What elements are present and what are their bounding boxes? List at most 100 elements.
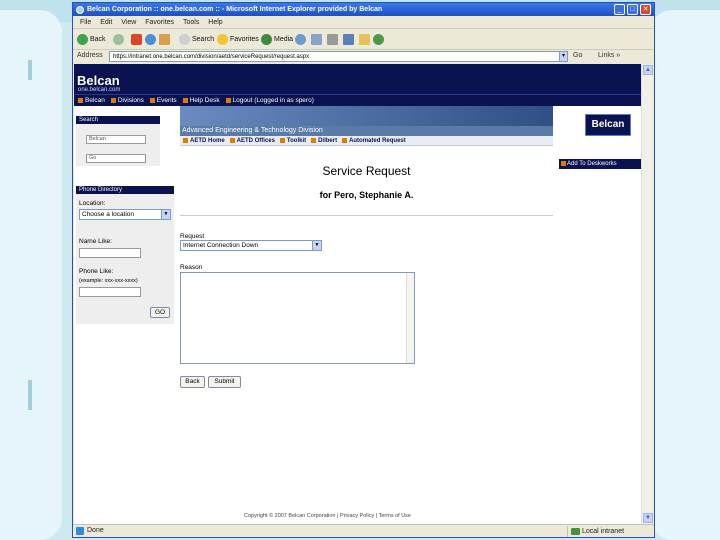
nav-bullet-icon	[225, 97, 231, 103]
address-input[interactable]: https://intranet.one.belcan.com/division…	[109, 51, 567, 62]
request-for-name: for Pero, Stephanie A.	[319, 190, 414, 200]
nav-belcan[interactable]: Belcan	[78, 95, 105, 106]
division-link-dilbert[interactable]: Dilbert	[311, 136, 337, 146]
messenger-button[interactable]	[373, 33, 386, 47]
menu-view[interactable]: View	[121, 17, 136, 29]
home-icon	[159, 33, 170, 45]
site-header: Belcan one.belcan.com	[74, 64, 641, 94]
back-button-label: Back	[90, 36, 106, 43]
page-title: Service Request	[322, 164, 411, 178]
discuss-button[interactable]	[359, 33, 372, 47]
request-select-value: Internet Connection Down	[183, 242, 259, 249]
site-logo[interactable]: Belcan	[77, 73, 120, 88]
request-select[interactable]: Internet Connection Down ▼	[180, 240, 322, 251]
search-panel: Search Belcan Go	[76, 116, 160, 166]
nav-events[interactable]: Events	[149, 95, 177, 106]
nav-help-desk[interactable]: Help Desk	[182, 95, 220, 106]
link-bullet-icon	[229, 137, 235, 143]
deskworks-bullet-icon	[561, 161, 566, 166]
back-form-button[interactable]: Back	[180, 376, 205, 388]
links-button[interactable]: Links »	[598, 52, 620, 59]
menu-file[interactable]: File	[80, 17, 91, 29]
go-button[interactable]: Go	[573, 52, 582, 59]
media-button[interactable]: Media	[261, 33, 293, 47]
mail-button[interactable]	[311, 33, 324, 47]
security-zone: Local intranet	[567, 526, 653, 537]
location-select-value: Choose a location	[82, 211, 135, 218]
menu-help[interactable]: Help	[208, 17, 222, 29]
reason-textarea[interactable]	[180, 272, 415, 364]
link-bullet-icon	[342, 137, 348, 143]
directory-panel-title: Phone Directory	[76, 186, 174, 194]
phone-hint: (example: xxx-xxx-xxxx)	[79, 278, 138, 284]
stop-icon	[131, 33, 142, 45]
status-text: Done	[87, 527, 104, 534]
location-select[interactable]: Choose a location ▼	[79, 209, 171, 220]
nav-help-desk-label: Help Desk	[189, 97, 220, 104]
print-button[interactable]	[327, 33, 340, 47]
scroll-up-icon[interactable]: ▲	[643, 65, 653, 75]
messenger-icon	[373, 33, 384, 45]
division-link-aetd-home[interactable]: AETD Home	[183, 136, 225, 146]
page-scrollbar[interactable]: ▲ ▼	[641, 64, 653, 524]
directory-go-button[interactable]: GO	[150, 307, 170, 318]
refresh-icon	[145, 33, 156, 45]
forward-arrow-icon	[113, 33, 124, 45]
division-link-label: Toolkit	[286, 138, 307, 144]
nav-logout[interactable]: Logout (Logged in as spero)	[225, 95, 314, 106]
forward-button[interactable]	[113, 33, 126, 47]
reason-scrollbar[interactable]	[406, 273, 414, 363]
add-to-deskworks-link[interactable]: Add To Deskworks	[559, 159, 641, 169]
site-search-input[interactable]: Belcan	[86, 135, 146, 144]
history-icon	[295, 33, 306, 45]
status-bar: Done Local intranet	[73, 524, 654, 537]
address-dropdown-icon[interactable]: ▾	[559, 51, 568, 62]
chevron-down-icon: ▼	[161, 210, 170, 219]
menu-favorites[interactable]: Favorites	[145, 17, 174, 29]
menu-tools[interactable]: Tools	[183, 17, 199, 29]
minimize-button[interactable]: _	[614, 4, 625, 15]
division-link-label: AETD Home	[190, 138, 225, 144]
back-button[interactable]: Back	[77, 33, 106, 47]
name-like-input[interactable]	[79, 248, 141, 258]
division-link-label: Dilbert	[318, 138, 338, 144]
division-link-label: Automated Request	[349, 138, 406, 144]
search-button[interactable]: Search	[179, 33, 214, 47]
browser-window: Belcan Corporation :: one.belcan.com :: …	[72, 2, 655, 538]
maximize-button[interactable]: □	[627, 4, 638, 15]
favorites-button[interactable]: Favorites	[217, 33, 259, 47]
division-link-aetd-offices[interactable]: AETD Offices	[229, 136, 275, 146]
stop-button[interactable]	[131, 33, 144, 47]
menu-edit[interactable]: Edit	[100, 17, 112, 29]
division-link-automated-request[interactable]: Automated Request	[342, 136, 406, 146]
link-bullet-icon	[311, 137, 317, 143]
division-link-toolkit[interactable]: Toolkit	[279, 136, 307, 146]
search-icon	[179, 33, 190, 45]
page-footer: Copyright © 2007 Belcan Corporation | Pr…	[244, 513, 411, 519]
edit-button[interactable]	[343, 33, 356, 47]
browser-toolbar: Back Search Favorites Media	[73, 30, 654, 50]
directory-panel: Phone Directory Location: Choose a locat…	[76, 186, 174, 324]
slide-decor-line	[28, 60, 32, 80]
nav-divisions-label: Divisions	[117, 97, 144, 104]
division-link-label: AETD Offices	[236, 138, 275, 144]
division-banner: Advanced Engineering & Technology Divisi…	[180, 106, 553, 136]
divider	[180, 215, 553, 216]
nav-divisions[interactable]: Divisions	[110, 95, 144, 106]
site-nav: Belcan Divisions Events Help Desk Logout…	[74, 94, 641, 106]
phone-like-input[interactable]	[79, 287, 141, 297]
close-button[interactable]: ✕	[640, 4, 651, 15]
site-search-go[interactable]: Go	[86, 154, 146, 163]
home-button[interactable]	[159, 33, 172, 47]
submit-button[interactable]: Submit	[208, 376, 241, 388]
history-button[interactable]	[295, 33, 308, 47]
scroll-down-icon[interactable]: ▼	[643, 513, 653, 523]
refresh-button[interactable]	[145, 33, 158, 47]
media-button-label: Media	[274, 36, 294, 43]
right-belcan-logo[interactable]: Belcan	[585, 114, 631, 136]
slide-decor-line	[28, 380, 32, 410]
address-bar: Address https://intranet.one.belcan.com/…	[73, 50, 654, 64]
intranet-zone-icon	[571, 528, 580, 535]
division-title: Advanced Engineering & Technology Divisi…	[180, 126, 553, 136]
slide-backdrop-right	[650, 10, 720, 540]
